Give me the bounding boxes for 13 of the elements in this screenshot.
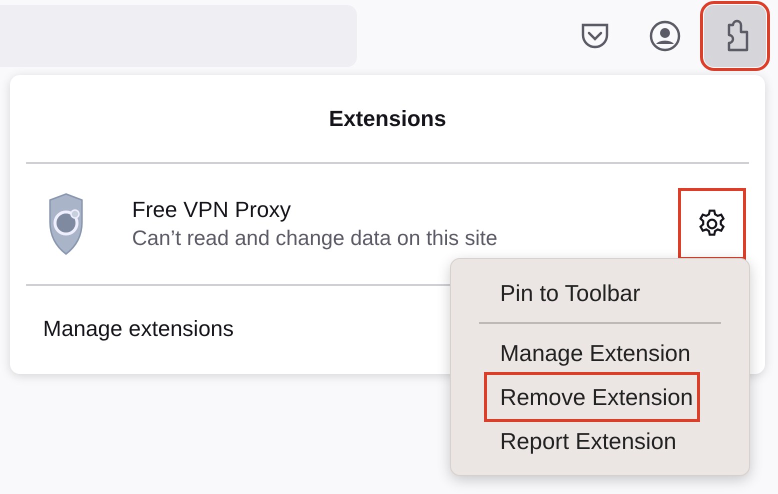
extension-status: Can’t read and change data on this site: [132, 227, 498, 251]
menu-item[interactable]: Pin to Toolbar: [487, 271, 644, 315]
extensions-button[interactable]: [704, 5, 766, 67]
menu-item[interactable]: Manage Extension: [487, 331, 695, 375]
menu-item[interactable]: Report Extension: [487, 419, 680, 463]
pocket-icon: [580, 22, 610, 50]
account-icon: [649, 20, 681, 52]
manage-extensions-link[interactable]: Manage extensions: [43, 316, 234, 342]
extension-name: Free VPN Proxy: [132, 197, 292, 223]
shield-icon: [48, 192, 84, 256]
menu-item[interactable]: Remove Extension: [487, 375, 698, 419]
panel-title: Extensions: [328, 105, 448, 133]
settings-button[interactable]: [681, 191, 743, 257]
